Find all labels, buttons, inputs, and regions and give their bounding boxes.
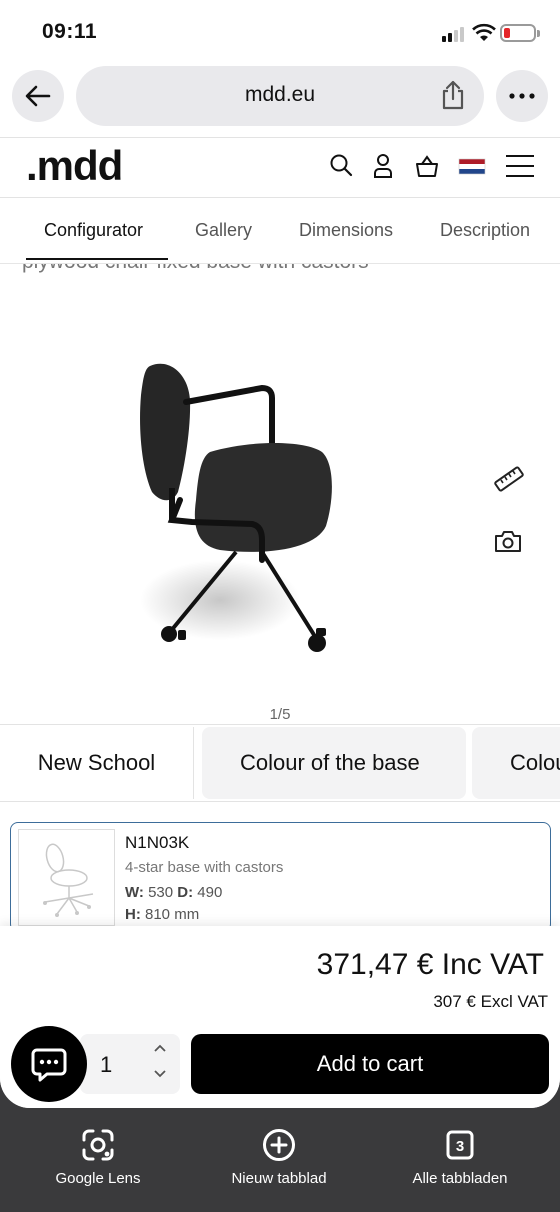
browser-viewport: 09:11 mdd.eu .mdd plywood chair fixed <box>0 0 560 1108</box>
option-colour[interactable]: Colour <box>472 727 560 799</box>
depth-label: D: <box>177 884 194 901</box>
width-label: W: <box>125 884 144 901</box>
tab-gallery[interactable]: Gallery <box>195 220 252 241</box>
chat-button[interactable] <box>11 1026 87 1102</box>
tab-dimensions[interactable]: Dimensions <box>299 220 393 241</box>
quantity-value[interactable]: 1 <box>100 1052 112 1078</box>
option-tabs: New School Colour of the base Colour <box>0 724 560 802</box>
back-button[interactable] <box>12 70 64 122</box>
variant-card[interactable]: N1N03K 4-star base with castors W: 530 D… <box>10 822 551 932</box>
variant-code: N1N03K <box>125 833 190 852</box>
camera-icon[interactable] <box>493 526 523 556</box>
all-tabs-label: Alle tabbladen <box>412 1170 508 1187</box>
search-icon[interactable] <box>328 152 354 180</box>
basket-icon[interactable] <box>414 152 440 180</box>
more-button[interactable] <box>496 70 548 122</box>
chevron-up-icon[interactable] <box>154 1044 166 1052</box>
variant-width-depth: W: 530 D: 490 <box>125 884 222 901</box>
depth-value: 490 <box>197 884 223 901</box>
more-dots-icon <box>509 93 535 99</box>
status-time: 09:11 <box>42 20 98 43</box>
new-tab-label: Nieuw tabblad <box>231 1170 327 1187</box>
option-new-school[interactable]: New School <box>0 727 194 799</box>
share-icon[interactable] <box>440 80 466 110</box>
product-viewer[interactable] <box>0 280 560 720</box>
option-colour-of-base[interactable]: Colour of the base <box>202 727 466 799</box>
flag-nl-icon[interactable] <box>458 152 486 180</box>
battery-icon <box>500 24 540 42</box>
chevron-down-icon[interactable] <box>154 1070 166 1078</box>
chair-thumbnail-image <box>43 843 94 917</box>
wifi-icon <box>472 23 496 41</box>
ruler-icon[interactable] <box>494 464 524 494</box>
user-icon[interactable] <box>370 152 396 180</box>
active-tab-indicator <box>26 258 168 260</box>
price-panel: 371,47 € Inc VAT 307 € Excl VAT 1 Add to… <box>0 926 560 1108</box>
arrow-left-icon <box>25 85 51 107</box>
height-value: 810 mm <box>145 906 200 923</box>
image-counter: 1/5 <box>269 706 291 723</box>
svg-text:3: 3 <box>456 1138 464 1155</box>
address-bar[interactable]: mdd.eu <box>76 66 484 126</box>
chat-bubble-icon <box>31 1048 67 1082</box>
chair-image <box>140 363 332 652</box>
tab-configurator[interactable]: Configurator <box>44 220 143 241</box>
divider <box>0 137 560 138</box>
price-excl-vat: 307 € Excl VAT <box>433 992 548 1011</box>
status-bar: 09:11 <box>0 0 560 62</box>
price-inc-vat: 371,47 € Inc VAT <box>316 948 544 981</box>
site-logo[interactable]: .mdd <box>26 142 123 190</box>
url-text: mdd.eu <box>244 83 316 106</box>
menu-icon[interactable] <box>505 152 535 180</box>
cellular-signal-icon <box>442 26 468 42</box>
tab-description[interactable]: Description <box>440 220 530 241</box>
width-value: 530 <box>148 884 174 901</box>
variant-height: H: 810 mm <box>125 906 199 923</box>
google-lens-label: Google Lens <box>55 1170 141 1187</box>
quantity-stepper[interactable]: 1 <box>80 1034 180 1094</box>
tabs-count-icon: 3 <box>446 1130 474 1160</box>
variant-description: 4-star base with castors <box>125 859 284 876</box>
height-label: H: <box>125 906 141 923</box>
google-lens-icon <box>82 1129 114 1161</box>
product-tabs: Configurator Gallery Dimensions Descript… <box>0 198 560 264</box>
add-to-cart-button[interactable]: Add to cart <box>191 1034 549 1094</box>
variant-thumbnail <box>18 829 115 926</box>
plus-circle-icon <box>263 1129 295 1161</box>
